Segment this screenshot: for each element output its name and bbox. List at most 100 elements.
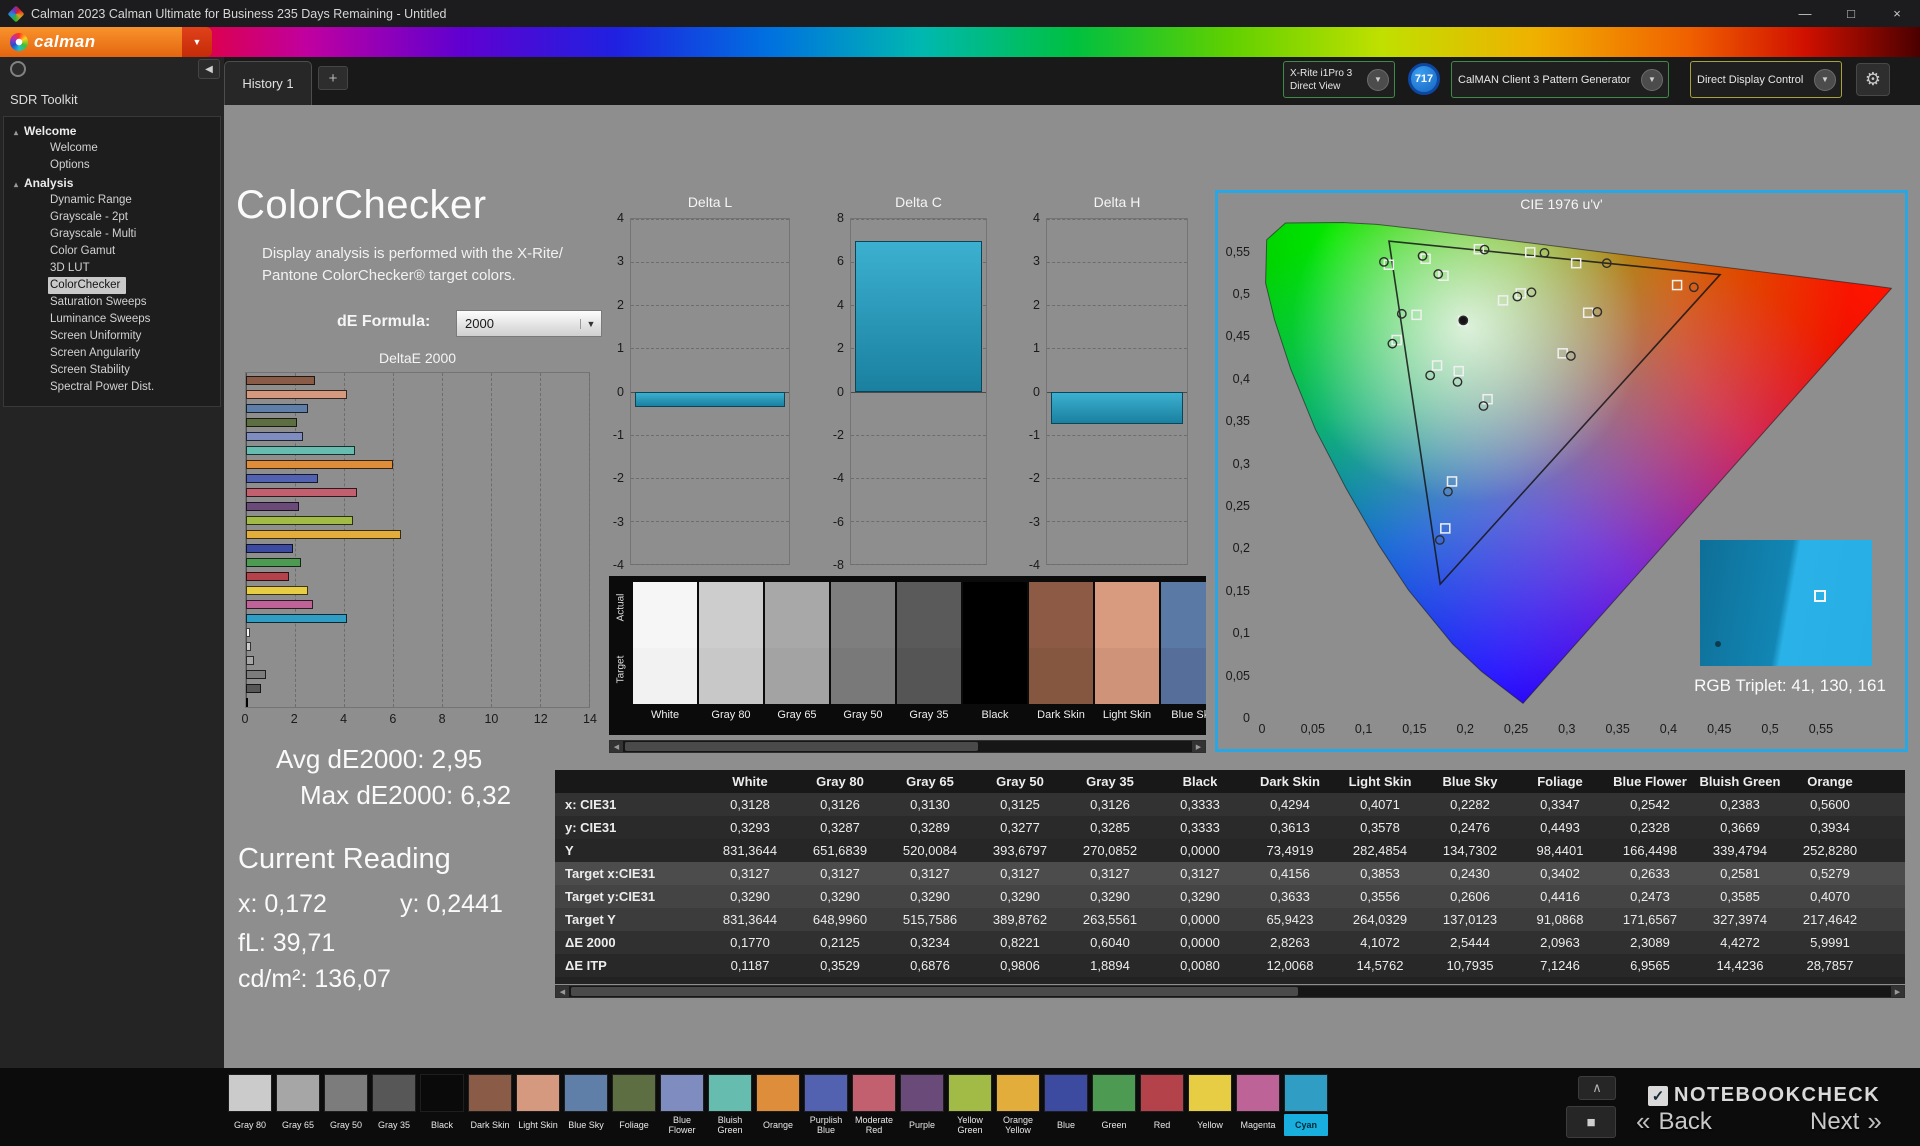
chevron-down-icon[interactable]: ▼ [1641,68,1663,91]
sidebar-item-color-gamut[interactable]: Color Gamut [48,243,121,260]
gridline [1047,262,1187,264]
restore-button[interactable]: □ [1828,0,1874,27]
patch-yellow[interactable]: Yellow [1188,1074,1232,1140]
patch-bluish-green[interactable]: Bluish Green [708,1074,752,1140]
display-control-dropdown[interactable]: Direct Display Control ▼ [1690,61,1842,98]
patch-light-skin[interactable]: Light Skin [516,1074,560,1140]
table-cell: 0,3529 [820,958,860,973]
scroll-left-icon[interactable]: ◀ [556,986,569,997]
patch-dark-skin[interactable]: Dark Skin [468,1074,512,1140]
swatch-gray-50[interactable]: Gray 50 [831,582,895,732]
meter-dropdown[interactable]: X-Rite i1Pro 3 Direct View ▼ [1283,61,1395,98]
sidebar-item-screen-angularity[interactable]: Screen Angularity [48,345,146,362]
expand-up-icon[interactable]: ∧ [1578,1076,1616,1100]
swatch-strip-scrollbar[interactable]: ◀ ▶ [609,740,1206,753]
cie-x-tick-label: 0,45 [1707,722,1732,736]
patch-orange-yellow[interactable]: Orange Yellow [996,1074,1040,1140]
patch-yellow-green[interactable]: Yellow Green [948,1074,992,1140]
sidebar-collapse-icon[interactable]: ◀ [198,59,220,79]
patch-label: Orange [762,1120,794,1130]
swatch-gray-80[interactable]: Gray 80 [699,582,763,732]
chevron-down-icon[interactable]: ▼ [1367,68,1389,91]
patch-blue-sky[interactable]: Blue Sky [564,1074,608,1140]
patch-magenta[interactable]: Magenta [1236,1074,1280,1140]
patch-purplish-blue[interactable]: Purplish Blue [804,1074,848,1140]
scroll-right-icon[interactable]: ▶ [1891,986,1904,997]
patch-cyan[interactable]: Cyan [1284,1074,1328,1140]
gear-icon[interactable]: ⚙ [1856,63,1890,96]
sidebar-item-screen-stability[interactable]: Screen Stability [48,362,136,379]
swatch-light-skin[interactable]: Light Skin [1095,582,1159,732]
sidebar-item-luminance-sweeps[interactable]: Luminance Sweeps [48,311,156,328]
patch-red[interactable]: Red [1140,1074,1184,1140]
de-formula-select[interactable]: 2000 ▼ [456,310,602,337]
sidebar-item-welcome[interactable]: Welcome [48,140,104,157]
patch-swatch [612,1074,656,1112]
swatch-gray-65[interactable]: Gray 65 [765,582,829,732]
patch-orange[interactable]: Orange [756,1074,800,1140]
patch-foliage[interactable]: Foliage [612,1074,656,1140]
next-button[interactable]: Next » [1810,1106,1882,1137]
patch-blue[interactable]: Blue [1044,1074,1088,1140]
add-tab-button[interactable]: + [318,66,348,90]
selected-color-preview [1700,540,1872,666]
sidebar-item-3d-lut[interactable]: 3D LUT [48,260,96,277]
sidebar-item-options[interactable]: Options [48,157,96,174]
tab-history-1[interactable]: History 1 [224,61,312,105]
scroll-right-icon[interactable]: ▶ [1192,741,1205,752]
swatch-blue-sky[interactable]: Blue Sky [1161,582,1206,732]
patch-gray-50[interactable]: Gray 50 [324,1074,368,1140]
calman-logo-icon [10,33,28,51]
bar-row-purplish-blue [246,471,589,485]
swatch-dark-skin[interactable]: Dark Skin [1029,582,1093,732]
sidebar-item-saturation-sweeps[interactable]: Saturation Sweeps [48,294,153,311]
swatch-label: Blue Sky [1171,709,1206,721]
calman-logo[interactable]: calman ▼ [0,27,212,57]
swatch-label: Gray 50 [843,709,883,721]
x-tick-label: 8 [438,712,446,726]
patch-moderate-red[interactable]: Moderate Red [852,1074,896,1140]
scroll-track[interactable] [569,986,1891,997]
sidebar-radio-icon[interactable] [10,61,26,77]
close-button[interactable]: × [1874,0,1920,27]
stop-square-icon[interactable]: ■ [1566,1106,1616,1138]
patch-label: Yellow Green [957,1115,983,1135]
swatch-black[interactable]: Black [963,582,1027,732]
sidebar-section-welcome[interactable]: ▴ Welcome [4,122,220,140]
table-scrollbar[interactable]: ◀ ▶ [555,985,1905,998]
patch-purple[interactable]: Purple [900,1074,944,1140]
swatch-white[interactable]: White [633,582,697,732]
chevron-down-icon[interactable]: ▼ [1814,68,1836,91]
measured-point-white[interactable] [1458,315,1469,326]
patch-black[interactable]: Black [420,1074,464,1140]
meter-status-badge: 717 [1408,63,1440,95]
back-button[interactable]: « Back [1636,1106,1712,1137]
scroll-left-icon[interactable]: ◀ [610,741,623,752]
target-swatch [1161,648,1206,704]
minimize-button[interactable]: — [1782,0,1828,27]
table-cell: 1,8894 [1090,958,1130,973]
patch-gray-35[interactable]: Gray 35 [372,1074,416,1140]
sidebar-item-grayscale-2pt[interactable]: Grayscale - 2pt [48,209,134,226]
cie-x-tick-label: 0,3 [1558,722,1576,736]
patch-green[interactable]: Green [1092,1074,1136,1140]
table-cell: 91,0868 [1536,912,1584,927]
sidebar-section-analysis[interactable]: ▴ Analysis [4,174,220,192]
patch-blue-flower[interactable]: Blue Flower [660,1074,704,1140]
patch-gray-65[interactable]: Gray 65 [276,1074,320,1140]
scroll-track[interactable] [623,741,1192,752]
scroll-thumb[interactable] [625,742,978,751]
patch-gray-80[interactable]: Gray 80 [228,1074,272,1140]
sidebar-item-spectral-power-dist-[interactable]: Spectral Power Dist. [48,379,160,396]
reading-fl: fL: 39,71 [238,929,336,957]
calman-menu-caret-icon[interactable]: ▼ [182,27,212,57]
pattern-generator-dropdown[interactable]: CalMAN Client 3 Pattern Generator ▼ [1451,61,1669,98]
delta-bar [635,391,785,407]
patch-swatch [900,1074,944,1112]
sidebar-item-colorchecker[interactable]: ColorChecker [48,277,127,294]
scroll-thumb[interactable] [571,987,1299,996]
sidebar-item-grayscale-multi[interactable]: Grayscale - Multi [48,226,142,243]
swatch-gray-35[interactable]: Gray 35 [897,582,961,732]
sidebar-item-dynamic-range[interactable]: Dynamic Range [48,192,138,209]
sidebar-item-screen-uniformity[interactable]: Screen Uniformity [48,328,147,345]
